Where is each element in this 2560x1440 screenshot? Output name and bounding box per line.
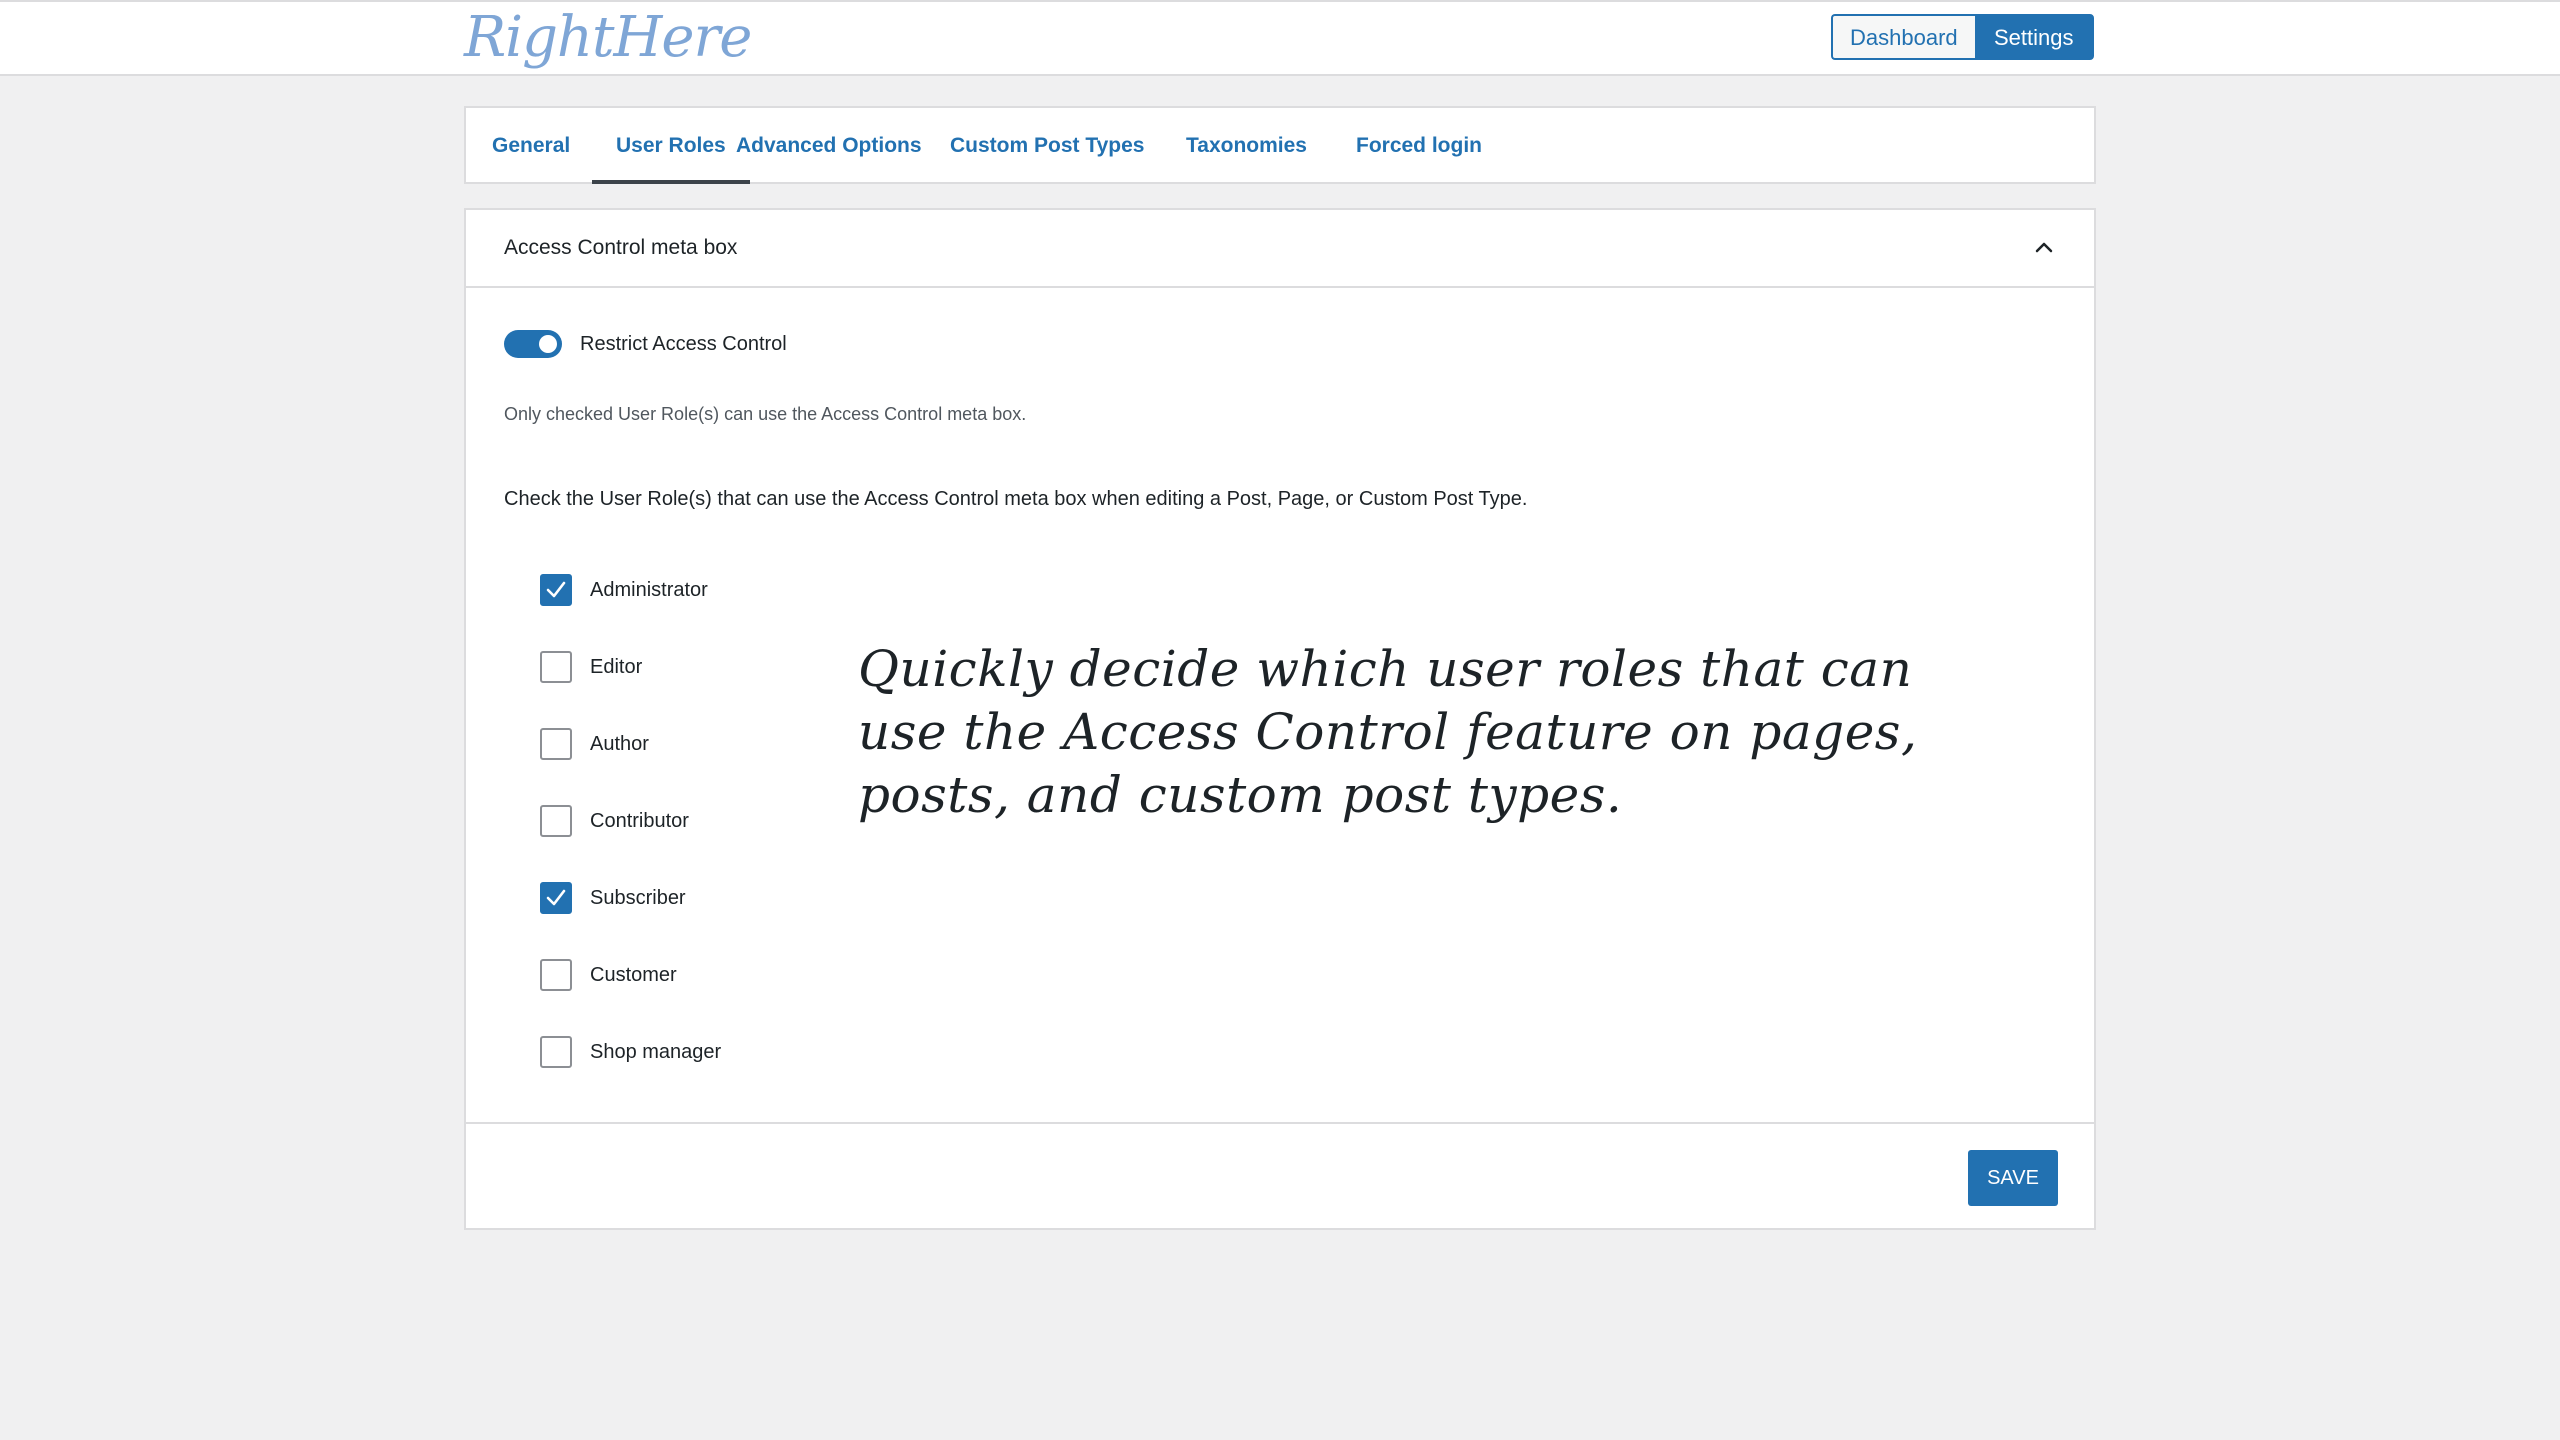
list-item: Administrator xyxy=(540,574,721,651)
customer-checkbox[interactable] xyxy=(540,959,572,991)
checkmark-icon xyxy=(546,889,566,906)
role-label[interactable]: Customer xyxy=(590,959,677,991)
checkmark-icon xyxy=(546,581,566,598)
role-label[interactable]: Author xyxy=(590,728,649,760)
list-item: Shop manager xyxy=(540,1036,721,1113)
save-button[interactable]: SAVE xyxy=(1968,1150,2058,1206)
administrator-checkbox[interactable] xyxy=(540,574,572,606)
top-nav: Dashboard Settings xyxy=(1831,14,2094,60)
role-list: Administrator Editor Author Contributor … xyxy=(540,574,721,1113)
list-item: Customer xyxy=(540,959,721,1036)
role-label[interactable]: Administrator xyxy=(590,574,708,606)
divider xyxy=(466,1122,2094,1124)
tab-custom-post-types[interactable]: Custom Post Types xyxy=(924,108,1170,184)
tab-general[interactable]: General xyxy=(466,108,596,184)
tab-taxonomies[interactable]: Taxonomies xyxy=(1160,108,1333,184)
shop-manager-checkbox[interactable] xyxy=(540,1036,572,1068)
editor-checkbox[interactable] xyxy=(540,651,572,683)
instruction-text: Check the User Role(s) that can use the … xyxy=(504,488,1528,510)
righthere-logo[interactable]: RightHere xyxy=(464,4,752,72)
help-text: Only checked User Role(s) can use the Ac… xyxy=(504,404,1027,424)
subscriber-checkbox[interactable] xyxy=(540,882,572,914)
settings-button[interactable]: Settings xyxy=(1975,14,2094,60)
dashboard-button[interactable]: Dashboard xyxy=(1831,14,1975,60)
tab-advanced-options[interactable]: Advanced Options xyxy=(710,108,948,184)
tab-forced-login[interactable]: Forced login xyxy=(1330,108,1508,184)
top-bar: RightHere Dashboard Settings xyxy=(0,0,2560,76)
panel-title: Access Control meta box xyxy=(504,236,738,259)
role-label[interactable]: Contributor xyxy=(590,805,689,837)
role-label[interactable]: Shop manager xyxy=(590,1036,721,1068)
panel-header[interactable]: Access Control meta box xyxy=(466,210,2094,288)
list-item: Author xyxy=(540,728,721,805)
handwritten-annotation: Quickly decide which user roles that can… xyxy=(858,640,1918,824)
list-item: Subscriber xyxy=(540,882,721,959)
contributor-checkbox[interactable] xyxy=(540,805,572,837)
chevron-up-icon[interactable] xyxy=(2032,236,2056,260)
restrict-access-label: Restrict Access Control xyxy=(580,333,787,355)
toggle-knob xyxy=(539,335,557,353)
restrict-access-toggle[interactable] xyxy=(504,330,562,358)
list-item: Contributor xyxy=(540,805,721,882)
role-label[interactable]: Subscriber xyxy=(590,882,686,914)
role-label[interactable]: Editor xyxy=(590,651,642,683)
access-control-panel: Access Control meta box Restrict Access … xyxy=(464,208,2096,1230)
settings-tabs: General User Roles Advanced Options Cust… xyxy=(464,106,2096,184)
author-checkbox[interactable] xyxy=(540,728,572,760)
list-item: Editor xyxy=(540,651,721,728)
